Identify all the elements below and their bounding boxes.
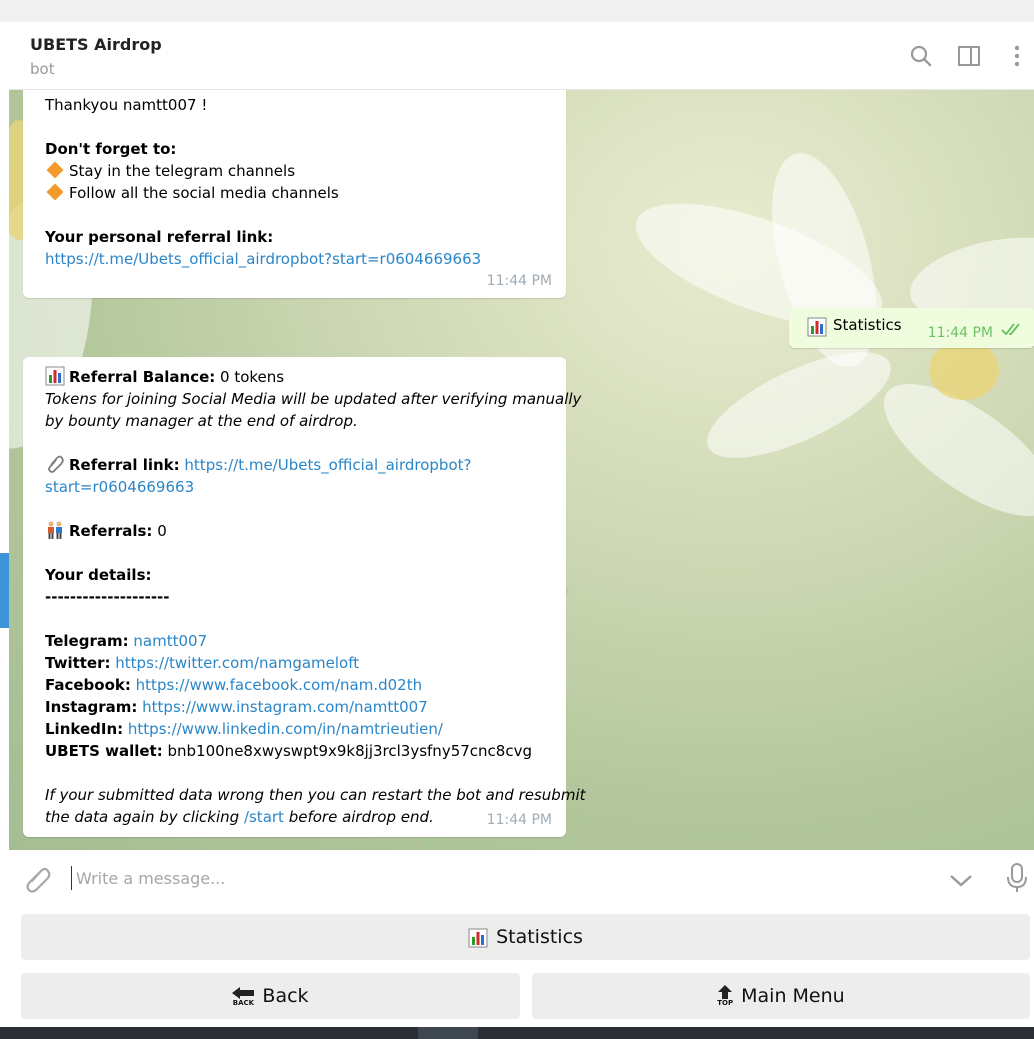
- telegram-link[interactable]: namtt007: [133, 632, 207, 650]
- footer-text: before airdrop end.: [283, 808, 434, 826]
- back-arrow-icon: BACK: [232, 985, 255, 1007]
- bar-chart-icon: [807, 317, 827, 341]
- chat-subtitle: bot: [30, 60, 55, 78]
- people-icon: [45, 520, 65, 542]
- double-check-icon: [1001, 322, 1025, 340]
- referral-link-label: Your personal referral link:: [45, 228, 274, 246]
- back-button[interactable]: BACK Back: [21, 973, 520, 1019]
- window-top-strip: [0, 0, 1034, 22]
- message-text: Thankyou namtt007 !: [45, 96, 208, 114]
- twitter-link[interactable]: https://twitter.com/namgameloft: [115, 654, 359, 672]
- bot-keyboard: Statistics BACK Back TOP Main Menu: [9, 906, 1034, 1027]
- twitter-label: Twitter:: [45, 654, 111, 672]
- instagram-label: Instagram:: [45, 698, 138, 716]
- bar-chart-icon: [468, 926, 488, 948]
- message-composer: [9, 850, 1034, 906]
- orange-diamond-icon: [46, 161, 64, 179]
- attach-icon[interactable]: [23, 864, 53, 898]
- message-time: 11:44 PM: [486, 273, 552, 289]
- chat-title[interactable]: UBETS Airdrop: [30, 35, 162, 54]
- telegram-label: Telegram:: [45, 632, 129, 650]
- balance-label: Referral Balance:: [69, 368, 216, 386]
- message-time: 11:44 PM: [927, 325, 993, 341]
- details-label: Your details:: [45, 566, 152, 584]
- wallet-label: UBETS wallet:: [45, 742, 163, 760]
- taskbar-active-app[interactable]: [418, 1027, 478, 1039]
- referrals-label: Referrals:: [69, 522, 153, 540]
- balance-value: 0 tokens: [215, 368, 285, 386]
- message-text-bold: Don't forget to:: [45, 140, 177, 158]
- linkedin-link[interactable]: https://www.linkedin.com/in/namtrieutien…: [128, 720, 443, 738]
- referral-link-continued[interactable]: start=r0604669663: [45, 478, 194, 496]
- incoming-message-stats[interactable]: Referral Balance: 0 tokens Tokens for jo…: [23, 357, 586, 837]
- note-text: Tokens for joining Social Media will be …: [45, 390, 582, 408]
- reflink-label: Referral link:: [69, 456, 180, 474]
- message-time: 11:44 PM: [486, 812, 552, 828]
- back-button-label: Back: [262, 985, 309, 1007]
- divider-text: --------------------: [45, 588, 170, 606]
- chat-header: UBETS Airdrop bot: [9, 22, 1034, 90]
- referrals-value: 0: [152, 522, 167, 540]
- footer-text: If your submitted data wrong then you ca…: [45, 786, 586, 804]
- sidebar-toggle-icon[interactable]: [955, 42, 983, 70]
- wallet-value: bnb100ne8xwyswpt9x9k8jj3rcl3ysfny57cnc8c…: [162, 742, 532, 760]
- more-vertical-icon[interactable]: [1003, 42, 1031, 70]
- statistics-button[interactable]: Statistics: [21, 914, 1030, 960]
- top-arrow-icon: TOP: [717, 985, 733, 1007]
- message-input[interactable]: [71, 866, 871, 890]
- main-menu-button-label: Main Menu: [741, 985, 845, 1007]
- referral-link[interactable]: https://t.me/Ubets_official_airdropbot?s…: [45, 250, 481, 268]
- list-item: Stay in the telegram channels: [69, 162, 296, 180]
- main-menu-button[interactable]: TOP Main Menu: [532, 973, 1030, 1019]
- list-item: Follow all the social media channels: [69, 184, 339, 202]
- footer-text: the data again by clicking: [45, 808, 244, 826]
- referral-link[interactable]: https://t.me/Ubets_official_airdropbot?: [184, 456, 471, 474]
- instagram-link[interactable]: https://www.instagram.com/namtt007: [142, 698, 428, 716]
- chat-messages-area[interactable]: Thankyou namtt007 ! Don't forget to: Sta…: [9, 90, 1034, 850]
- note-text: by bounty manager at the end of airdrop.: [45, 412, 358, 430]
- paperclip-icon: [45, 454, 65, 476]
- search-icon[interactable]: [907, 42, 935, 70]
- bar-chart-icon: [45, 366, 65, 388]
- facebook-label: Facebook:: [45, 676, 131, 694]
- left-panel-selection-accent: [0, 553, 9, 628]
- linkedin-label: LinkedIn:: [45, 720, 124, 738]
- facebook-link[interactable]: https://www.facebook.com/nam.d02th: [136, 676, 422, 694]
- statistics-button-label: Statistics: [496, 926, 583, 948]
- incoming-message-thanks[interactable]: Thankyou namtt007 ! Don't forget to: Sta…: [23, 90, 566, 298]
- start-command-link[interactable]: /start: [244, 808, 284, 826]
- outgoing-message-statistics[interactable]: Statistics 11:44 PM: [789, 308, 1034, 348]
- message-text: Statistics: [833, 316, 902, 334]
- chevron-down-icon[interactable]: [947, 866, 975, 898]
- orange-diamond-icon: [46, 183, 64, 201]
- microphone-icon[interactable]: [1003, 862, 1031, 898]
- os-taskbar: [0, 1027, 1034, 1039]
- left-panel-edge: [0, 22, 9, 1027]
